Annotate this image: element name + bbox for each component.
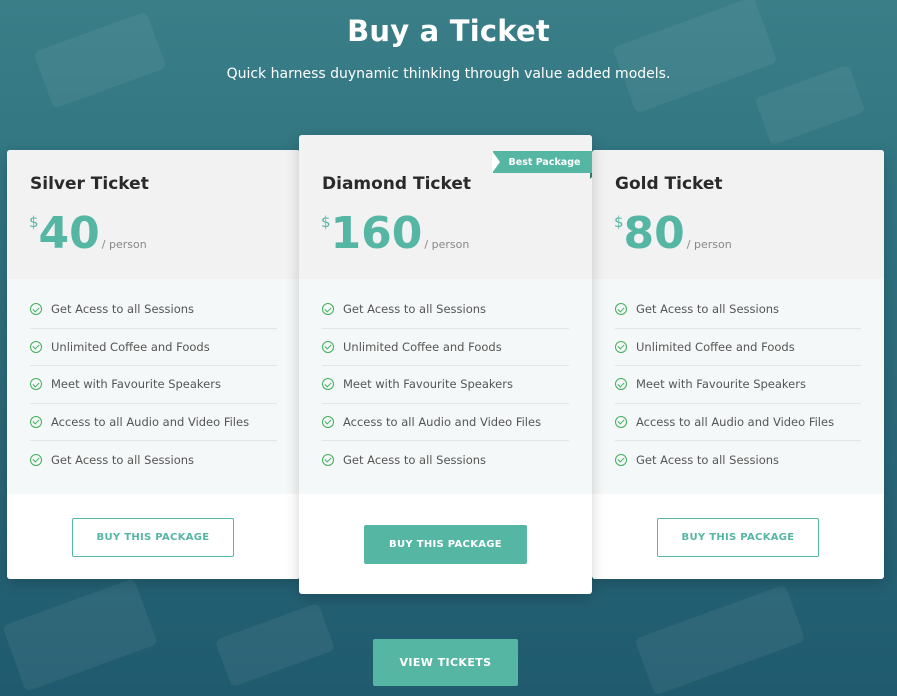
feature-item: Access to all Audio and Video Files xyxy=(30,404,277,441)
check-circle-icon xyxy=(615,415,627,428)
ticket-price: $80/ person xyxy=(614,208,732,260)
check-circle-icon xyxy=(322,303,334,316)
buy-package-button[interactable]: BUY THIS PACKAGE xyxy=(657,518,819,557)
price-unit: / person xyxy=(424,238,470,251)
feature-item: Meet with Favourite Speakers xyxy=(30,366,277,404)
check-circle-icon xyxy=(615,340,627,353)
feature-label: Meet with Favourite Speakers xyxy=(636,377,806,392)
feature-label: Get Acess to all Sessions xyxy=(636,452,780,467)
currency-symbol: $ xyxy=(321,213,331,231)
feature-item: Access to all Audio and Video Files xyxy=(322,404,569,441)
feature-item: Meet with Favourite Speakers xyxy=(615,366,861,404)
feature-item: Meet with Favourite Speakers xyxy=(322,366,569,404)
best-package-badge: Best Package xyxy=(492,151,592,179)
pricing-card-diamond: Diamond Ticket $160/ person Best Package… xyxy=(299,135,592,594)
view-tickets-button[interactable]: VIEW TICKETS xyxy=(373,639,518,686)
ticket-name: Silver Ticket xyxy=(30,174,149,194)
ticket-price: $160/ person xyxy=(321,208,469,260)
check-circle-icon xyxy=(615,378,627,391)
buy-package-button[interactable]: BUY THIS PACKAGE xyxy=(364,525,527,564)
feature-item: Unlimited Coffee and Foods xyxy=(30,329,277,366)
feature-label: Get Acess to all Sessions xyxy=(51,452,195,467)
feature-label: Access to all Audio and Video Files xyxy=(51,414,250,429)
feature-item: Unlimited Coffee and Foods xyxy=(615,329,861,366)
check-circle-icon xyxy=(322,415,334,428)
ticket-name: Diamond Ticket xyxy=(322,174,471,194)
feature-item: Get Acess to all Sessions xyxy=(30,441,277,479)
check-circle-icon xyxy=(30,340,42,353)
feature-label: Access to all Audio and Video Files xyxy=(343,414,542,429)
price-amount: 160 xyxy=(330,208,423,259)
buy-package-button[interactable]: BUY THIS PACKAGE xyxy=(72,518,234,557)
check-circle-icon xyxy=(322,340,334,353)
price-amount: 80 xyxy=(623,208,685,259)
feature-label: Get Acess to all Sessions xyxy=(636,302,780,317)
feature-label: Unlimited Coffee and Foods xyxy=(51,339,210,354)
feature-item: Get Acess to all Sessions xyxy=(615,441,861,479)
feature-label: Get Acess to all Sessions xyxy=(343,302,487,317)
feature-label: Unlimited Coffee and Foods xyxy=(636,339,795,354)
feature-item: Get Acess to all Sessions xyxy=(322,441,569,479)
feature-item: Access to all Audio and Video Files xyxy=(615,404,861,441)
currency-symbol: $ xyxy=(614,213,624,231)
feature-item: Get Acess to all Sessions xyxy=(322,291,569,329)
pricing-card-gold: Gold Ticket $80/ person Get Acess to all… xyxy=(592,150,884,579)
feature-label: Unlimited Coffee and Foods xyxy=(343,339,502,354)
feature-list: Get Acess to all Sessions Unlimited Coff… xyxy=(7,279,300,494)
feature-item: Get Acess to all Sessions xyxy=(30,291,277,329)
pricing-card-silver: Silver Ticket $40/ person Get Acess to a… xyxy=(7,150,300,579)
page-subtitle: Quick harness duynamic thinking through … xyxy=(226,66,671,82)
feature-label: Meet with Favourite Speakers xyxy=(343,377,513,392)
price-unit: / person xyxy=(686,238,732,251)
card-header: Gold Ticket $80/ person xyxy=(592,150,884,279)
feature-item: Unlimited Coffee and Foods xyxy=(322,329,569,366)
price-unit: / person xyxy=(101,238,147,251)
price-amount: 40 xyxy=(38,208,100,259)
check-circle-icon xyxy=(322,453,334,466)
card-header: Silver Ticket $40/ person xyxy=(7,150,300,279)
check-circle-icon xyxy=(30,378,42,391)
check-circle-icon xyxy=(30,453,42,466)
check-circle-icon xyxy=(30,303,42,316)
check-circle-icon xyxy=(615,303,627,316)
check-circle-icon xyxy=(30,415,42,428)
check-circle-icon xyxy=(322,378,334,391)
feature-label: Meet with Favourite Speakers xyxy=(51,377,221,392)
ticket-name: Gold Ticket xyxy=(615,174,723,194)
feature-label: Get Acess to all Sessions xyxy=(343,452,487,467)
feature-item: Get Acess to all Sessions xyxy=(615,291,861,329)
page-title: Buy a Ticket xyxy=(347,14,550,48)
check-circle-icon xyxy=(615,453,627,466)
feature-label: Access to all Audio and Video Files xyxy=(636,414,835,429)
feature-label: Get Acess to all Sessions xyxy=(51,302,195,317)
currency-symbol: $ xyxy=(29,213,39,231)
ticket-price: $40/ person xyxy=(29,208,147,260)
feature-list: Get Acess to all Sessions Unlimited Coff… xyxy=(592,279,884,494)
feature-list: Get Acess to all Sessions Unlimited Coff… xyxy=(299,279,592,494)
